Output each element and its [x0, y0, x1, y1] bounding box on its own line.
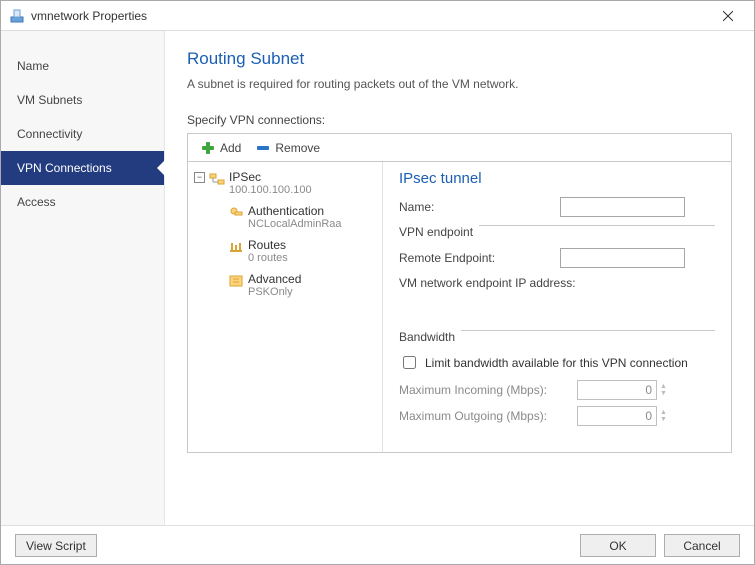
- name-label: Name:: [399, 200, 554, 214]
- spinner-down-icon[interactable]: ▼: [660, 390, 667, 397]
- advanced-icon: [228, 273, 244, 289]
- sidebar: Name VM Subnets Connectivity VPN Connect…: [1, 31, 165, 525]
- name-input[interactable]: [560, 197, 685, 217]
- auth-icon: [228, 205, 244, 221]
- spinner-up-icon[interactable]: ▲: [660, 409, 667, 416]
- connections-tree: − IPSec 100.100.100.100: [188, 162, 383, 452]
- tree-item-sub: PSKOnly: [248, 286, 301, 298]
- window-title: vmnetwork Properties: [31, 9, 710, 23]
- spinner-up-icon[interactable]: ▲: [660, 383, 667, 390]
- minus-icon: [255, 140, 271, 156]
- sidebar-item-label: VPN Connections: [17, 161, 112, 175]
- tree-item-sub: NCLocalAdminRaa: [248, 218, 342, 230]
- max-incoming-input[interactable]: [577, 380, 657, 400]
- tree-item-routes[interactable]: Routes 0 routes: [192, 236, 378, 266]
- content-pane: Routing Subnet A subnet is required for …: [165, 31, 754, 525]
- max-incoming-spinner[interactable]: ▲ ▼: [577, 380, 667, 400]
- sidebar-item-label: VM Subnets: [17, 93, 82, 107]
- sidebar-item-label: Name: [17, 59, 49, 73]
- details-title: IPsec tunnel: [399, 170, 715, 187]
- details-pane: IPsec tunnel Name: VPN endpoint Remote E…: [383, 162, 731, 452]
- add-label: Add: [220, 141, 241, 155]
- remove-label: Remove: [275, 141, 320, 155]
- page-description: A subnet is required for routing packets…: [187, 77, 732, 91]
- connections-toolbar: Add Remove: [187, 133, 732, 161]
- vpn-endpoint-group-label: VPN endpoint: [399, 225, 479, 239]
- limit-bandwidth-checkbox[interactable]: [403, 356, 416, 369]
- dialog-footer: View Script OK Cancel: [1, 525, 754, 565]
- network-icon: [209, 171, 225, 187]
- sidebar-item-label: Access: [17, 195, 56, 209]
- tree-item-sub: 0 routes: [248, 252, 288, 264]
- tree-collapse-icon[interactable]: −: [194, 172, 205, 183]
- tree-item-label: Routes: [248, 238, 288, 252]
- tree-root-sub: 100.100.100.100: [229, 184, 312, 196]
- plus-icon: [200, 140, 216, 156]
- tree-root-ipsec[interactable]: − IPSec 100.100.100.100: [192, 168, 378, 198]
- limit-bandwidth-label: Limit bandwidth available for this VPN c…: [425, 356, 688, 370]
- sidebar-item-access[interactable]: Access: [1, 185, 164, 219]
- view-script-button[interactable]: View Script: [15, 534, 97, 557]
- connections-panel: − IPSec 100.100.100.100: [187, 161, 732, 453]
- routes-icon: [228, 239, 244, 255]
- tree-item-authentication[interactable]: Authentication NCLocalAdminRaa: [192, 202, 378, 232]
- tree-root-label: IPSec: [229, 170, 312, 184]
- bandwidth-group-label: Bandwidth: [399, 330, 461, 344]
- sidebar-item-connectivity[interactable]: Connectivity: [1, 117, 164, 151]
- sidebar-item-label: Connectivity: [17, 127, 82, 141]
- cancel-button[interactable]: Cancel: [664, 534, 740, 557]
- sidebar-item-name[interactable]: Name: [1, 49, 164, 83]
- tree-item-label: Authentication: [248, 204, 342, 218]
- ok-button[interactable]: OK: [580, 534, 656, 557]
- spinner-down-icon[interactable]: ▼: [660, 416, 667, 423]
- remote-endpoint-label: Remote Endpoint:: [399, 251, 554, 265]
- remote-endpoint-input[interactable]: [560, 248, 685, 268]
- max-outgoing-label: Maximum Outgoing (Mbps):: [399, 409, 571, 423]
- tree-item-label: Advanced: [248, 272, 301, 286]
- max-incoming-label: Maximum Incoming (Mbps):: [399, 383, 571, 397]
- remove-button[interactable]: Remove: [251, 137, 324, 158]
- close-button[interactable]: [710, 1, 746, 30]
- tree-item-advanced[interactable]: Advanced PSKOnly: [192, 270, 378, 300]
- sidebar-item-vpn-connections[interactable]: VPN Connections: [1, 151, 164, 185]
- add-button[interactable]: Add: [196, 137, 245, 158]
- max-outgoing-input[interactable]: [577, 406, 657, 426]
- specify-connections-label: Specify VPN connections:: [187, 113, 732, 127]
- app-icon: [9, 8, 25, 24]
- sidebar-item-vm-subnets[interactable]: VM Subnets: [1, 83, 164, 117]
- max-outgoing-spinner[interactable]: ▲ ▼: [577, 406, 667, 426]
- page-title: Routing Subnet: [187, 49, 732, 69]
- titlebar: vmnetwork Properties: [1, 1, 754, 31]
- vm-endpoint-label: VM network endpoint IP address:: [399, 276, 576, 290]
